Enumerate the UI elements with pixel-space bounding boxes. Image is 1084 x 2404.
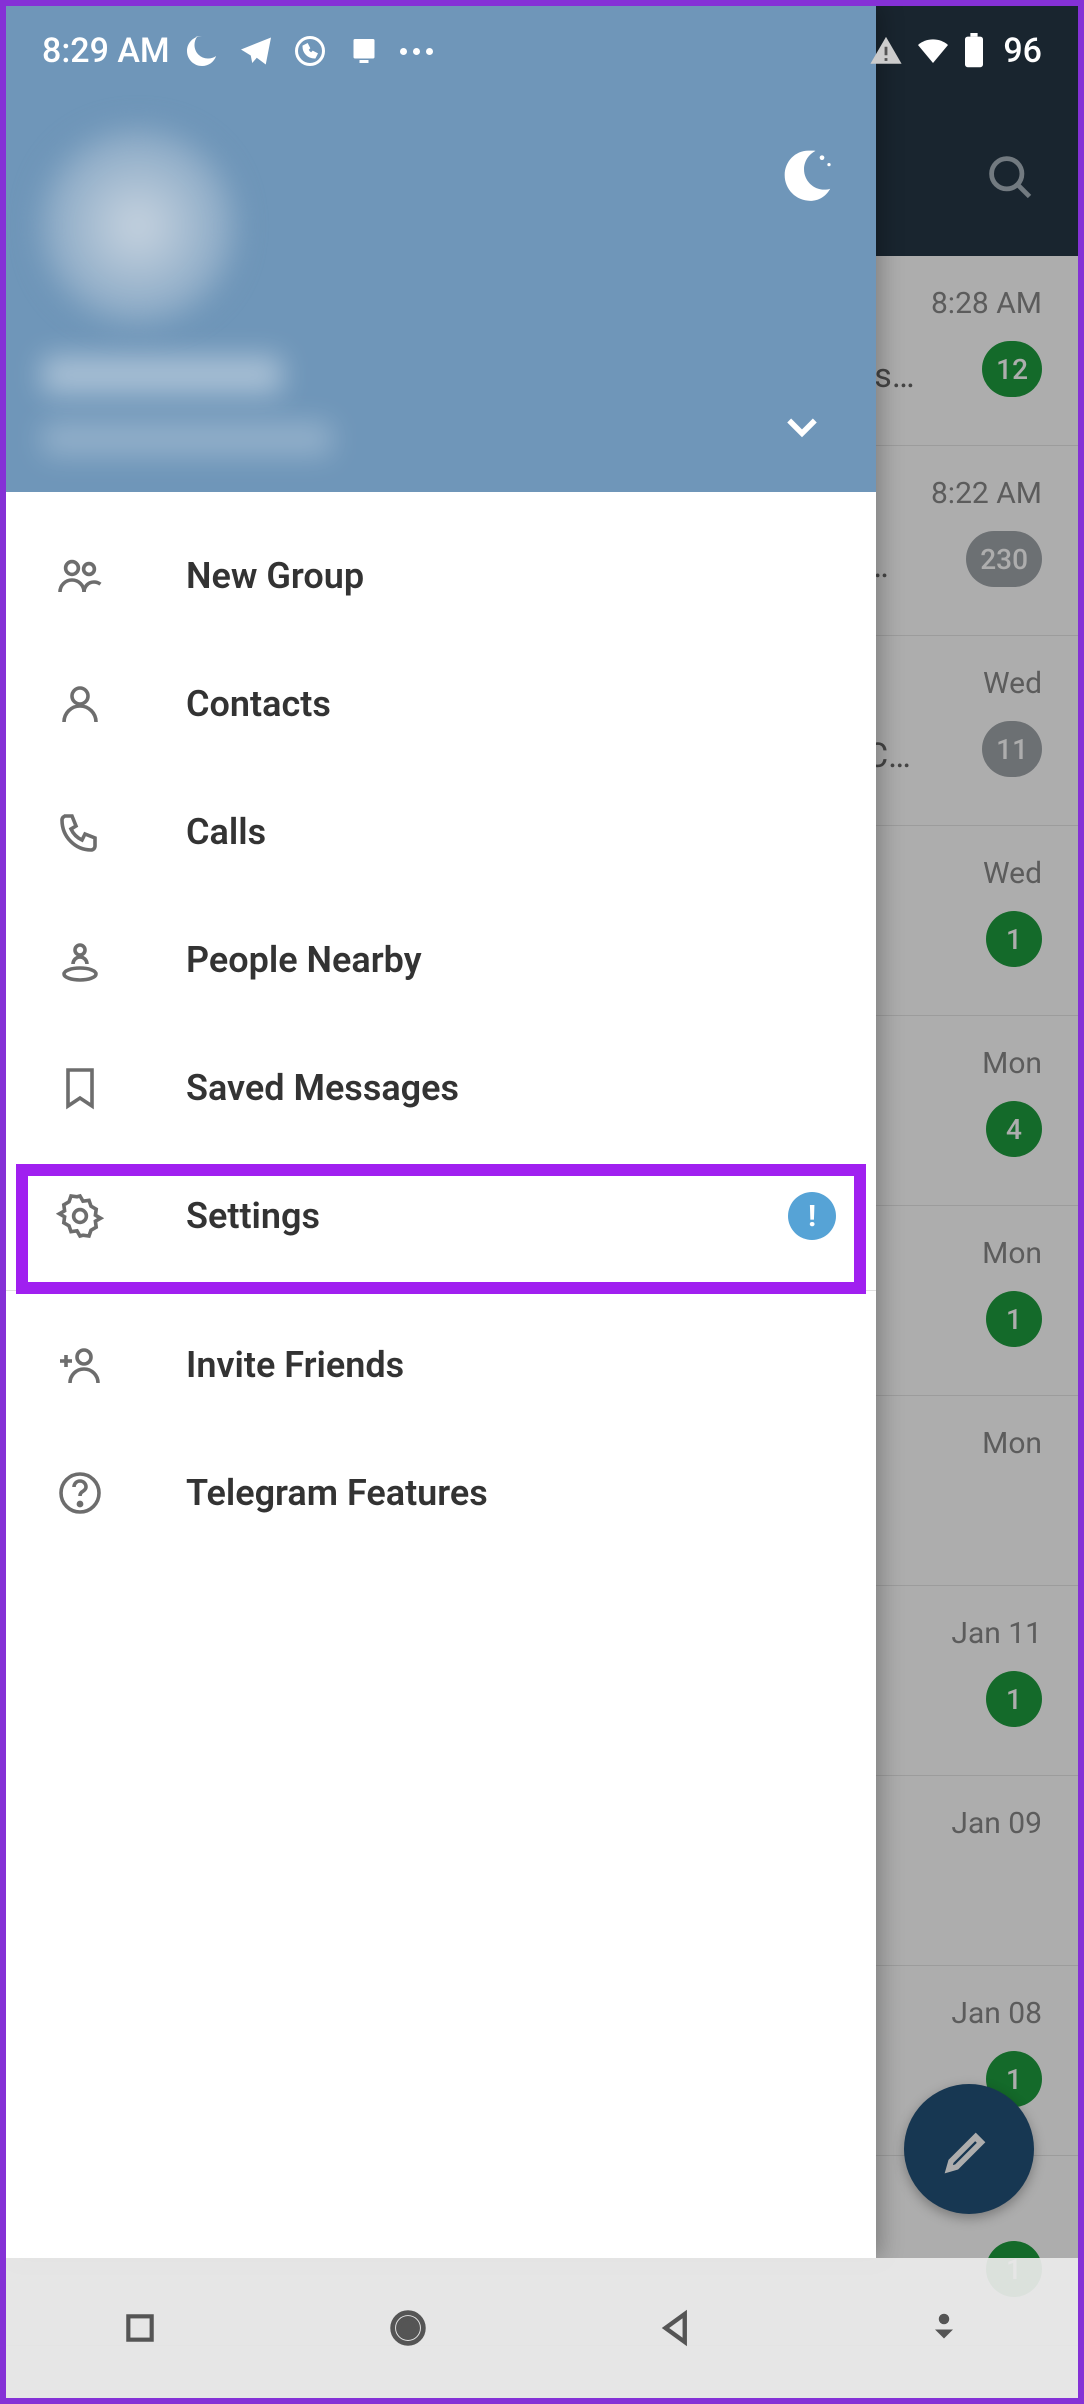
- nav-back[interactable]: [646, 2298, 706, 2358]
- warning-icon: [869, 34, 903, 68]
- menu-telegram-features[interactable]: Telegram Features: [6, 1429, 876, 1557]
- phone-number: [42, 422, 332, 456]
- location-person-icon: [56, 936, 104, 984]
- navigation-drawer: New Group Contacts Calls People Nearby: [6, 6, 876, 2258]
- menu-label: Invite Friends: [186, 1344, 404, 1386]
- menu-label: Saved Messages: [186, 1067, 459, 1109]
- whatsapp-icon: [292, 33, 328, 69]
- menu-new-group[interactable]: New Group: [6, 512, 876, 640]
- menu-people-nearby[interactable]: People Nearby: [6, 896, 876, 1024]
- nav-ime-switcher[interactable]: [914, 2298, 974, 2358]
- menu-label: New Group: [186, 555, 364, 597]
- menu-label: People Nearby: [186, 939, 422, 981]
- avatar[interactable]: [40, 128, 236, 324]
- more-icon: [400, 33, 436, 69]
- battery-icon: [963, 33, 985, 69]
- menu-label: Telegram Features: [186, 1472, 488, 1514]
- status-bar: 8:29 AM 96: [6, 6, 1078, 96]
- nav-home[interactable]: [378, 2298, 438, 2358]
- menu-invite-friends[interactable]: Invite Friends: [6, 1301, 876, 1429]
- navigation-bar: [6, 2258, 1078, 2398]
- add-person-icon: [56, 1341, 104, 1389]
- battery-level: 96: [1003, 31, 1042, 71]
- group-icon: [56, 552, 104, 600]
- wifi-icon: [915, 33, 951, 69]
- alert-badge: !: [788, 1192, 836, 1240]
- moon-icon: [184, 33, 220, 69]
- menu-label: Calls: [186, 811, 266, 853]
- menu-saved-messages[interactable]: Saved Messages: [6, 1024, 876, 1152]
- help-icon: [56, 1469, 104, 1517]
- menu-calls[interactable]: Calls: [6, 768, 876, 896]
- telegram-icon: [238, 33, 274, 69]
- bookmark-icon: [56, 1064, 104, 1112]
- nav-recents[interactable]: [110, 2298, 170, 2358]
- night-mode-toggle[interactable]: [780, 146, 836, 202]
- menu-contacts[interactable]: Contacts: [6, 640, 876, 768]
- menu-settings[interactable]: Settings !: [6, 1152, 876, 1280]
- menu-label: Contacts: [186, 683, 331, 725]
- person-icon: [56, 680, 104, 728]
- phone-icon: [56, 808, 104, 856]
- username: [42, 356, 282, 394]
- clock: 8:29 AM: [42, 31, 170, 71]
- account-switcher[interactable]: [780, 404, 824, 448]
- gear-icon: [56, 1192, 104, 1240]
- divider: [6, 1290, 876, 1291]
- notification-icon: [346, 33, 382, 69]
- menu-label: Settings: [186, 1195, 320, 1237]
